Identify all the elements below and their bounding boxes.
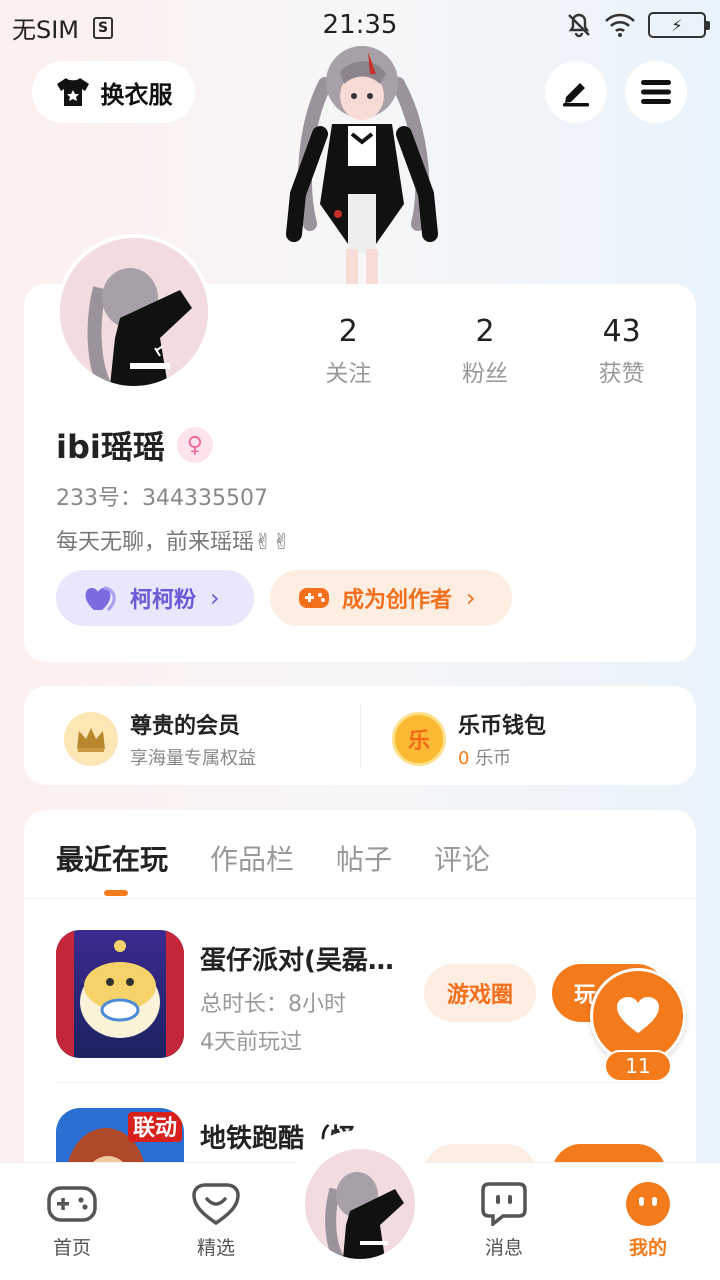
coin-icon-text: 乐 xyxy=(407,729,430,754)
message-bubble-icon xyxy=(479,1181,529,1227)
game-circle-button[interactable]: 游戏圈 xyxy=(424,964,536,1022)
battery-charging-icon: ⚡ xyxy=(648,12,710,38)
tshirt-icon xyxy=(56,78,89,106)
nav-center-avatar-button[interactable] xyxy=(302,1146,418,1262)
vip-wallet-card: 尊贵的会员 享海量专属权益 乐 乐币钱包 0 乐币 xyxy=(24,686,696,785)
chevron-right-icon: › xyxy=(466,584,476,612)
stat-following-count: 2 xyxy=(338,314,358,349)
profile-avatar[interactable] xyxy=(56,234,212,390)
menu-button[interactable] xyxy=(625,61,687,123)
stat-likes-label: 获赞 xyxy=(598,361,645,387)
profile-stats: 2 关注 2 粉丝 43 获赞 xyxy=(280,312,690,388)
membership-entry[interactable]: 尊贵的会员 享海量专属权益 xyxy=(64,708,256,770)
gamepad-icon xyxy=(299,588,329,608)
fan-club-label: 柯柯粉 xyxy=(130,588,197,613)
change-outfit-label: 换衣服 xyxy=(100,80,173,109)
profile-face-icon xyxy=(623,1181,673,1227)
gamepad-icon xyxy=(47,1181,97,1227)
heart-chat-icon xyxy=(191,1181,241,1227)
fan-club-button[interactable]: 柯柯粉 › xyxy=(56,570,254,626)
become-creator-label: 成为创作者 xyxy=(342,588,453,613)
game-last-played: 4天前玩过 xyxy=(200,1030,302,1055)
game-icon-badge: 联动 xyxy=(133,1116,177,1141)
wallet-balance: 0 乐币 xyxy=(458,744,546,770)
game-row[interactable]: 蛋仔派对(吴磊… 总时长：8小时 4天前玩过 游戏圈 玩 xyxy=(56,930,666,1060)
hamburger-menu-icon xyxy=(641,80,671,104)
stat-followers-count: 2 xyxy=(475,314,495,349)
row-divider xyxy=(56,1082,666,1083)
nav-featured[interactable]: 精选 xyxy=(166,1181,266,1260)
profile-nickname: ibi瑶瑶 ♀ xyxy=(56,422,213,468)
avatar-character-figure[interactable] xyxy=(280,44,445,284)
coin-icon: 乐 xyxy=(392,712,446,766)
profile-bio: 每天无聊，前来瑶瑶✌✌ xyxy=(56,530,291,555)
tab-posts[interactable]: 帖子 xyxy=(336,838,392,878)
edit-profile-button[interactable] xyxy=(545,61,607,123)
nickname-text: ibi瑶瑶 xyxy=(56,428,165,466)
tab-indicator xyxy=(104,890,128,896)
stat-followers-label: 粉丝 xyxy=(462,361,508,387)
wallet-entry[interactable]: 乐 乐币钱包 0 乐币 xyxy=(392,708,546,770)
female-icon: ♀ xyxy=(176,427,213,463)
wifi-icon xyxy=(605,13,635,37)
change-outfit-button[interactable]: 换衣服 xyxy=(32,61,195,123)
nav-featured-label: 精选 xyxy=(196,1237,235,1259)
nav-home[interactable]: 首页 xyxy=(22,1181,122,1260)
stat-followers[interactable]: 2 粉丝 xyxy=(417,312,554,388)
stat-likes-count: 43 xyxy=(602,314,641,349)
tab-works[interactable]: 作品栏 xyxy=(210,838,294,878)
become-creator-button[interactable]: 成为创作者 › xyxy=(270,570,512,626)
stat-following[interactable]: 2 关注 xyxy=(280,312,417,388)
like-count-badge: 11 xyxy=(604,1050,672,1082)
game-title: 蛋仔派对(吴磊… xyxy=(200,946,394,976)
game-duration: 总时长：8小时 xyxy=(200,992,346,1017)
membership-subtitle: 享海量专属权益 xyxy=(130,748,256,769)
nav-messages-label: 消息 xyxy=(484,1237,523,1259)
nav-mine-label: 我的 xyxy=(628,1237,667,1259)
nav-messages[interactable]: 消息 xyxy=(454,1181,554,1260)
tab-recent-played[interactable]: 最近在玩 xyxy=(56,838,168,878)
tab-comments[interactable]: 评论 xyxy=(434,838,490,878)
game-icon-eggy-party xyxy=(56,930,184,1058)
wallet-title: 乐币钱包 xyxy=(458,714,547,739)
wallet-unit: 乐币 xyxy=(475,748,512,769)
membership-title: 尊贵的会员 xyxy=(130,714,241,739)
mute-icon xyxy=(568,13,590,38)
profile-uid: 233号：344335507 xyxy=(56,486,268,511)
nav-mine[interactable]: 我的 xyxy=(598,1181,698,1260)
vip-divider xyxy=(360,704,361,768)
status-right: ⚡ xyxy=(566,12,710,38)
double-heart-icon xyxy=(85,586,116,612)
tabs-divider xyxy=(24,898,696,899)
avatar-image xyxy=(60,238,208,386)
stat-likes[interactable]: 43 获赞 xyxy=(553,312,690,388)
wallet-amount: 0 xyxy=(458,748,470,769)
heart-icon xyxy=(617,997,659,1033)
chevron-right-icon: › xyxy=(210,584,220,612)
profile-tabs: 最近在玩 作品栏 帖子 评论 xyxy=(56,838,490,878)
crown-icon xyxy=(64,712,118,766)
nav-home-label: 首页 xyxy=(52,1237,91,1259)
stat-following-label: 关注 xyxy=(325,361,372,387)
nav-center-avatar-image xyxy=(305,1149,415,1259)
pen-icon xyxy=(563,83,589,107)
